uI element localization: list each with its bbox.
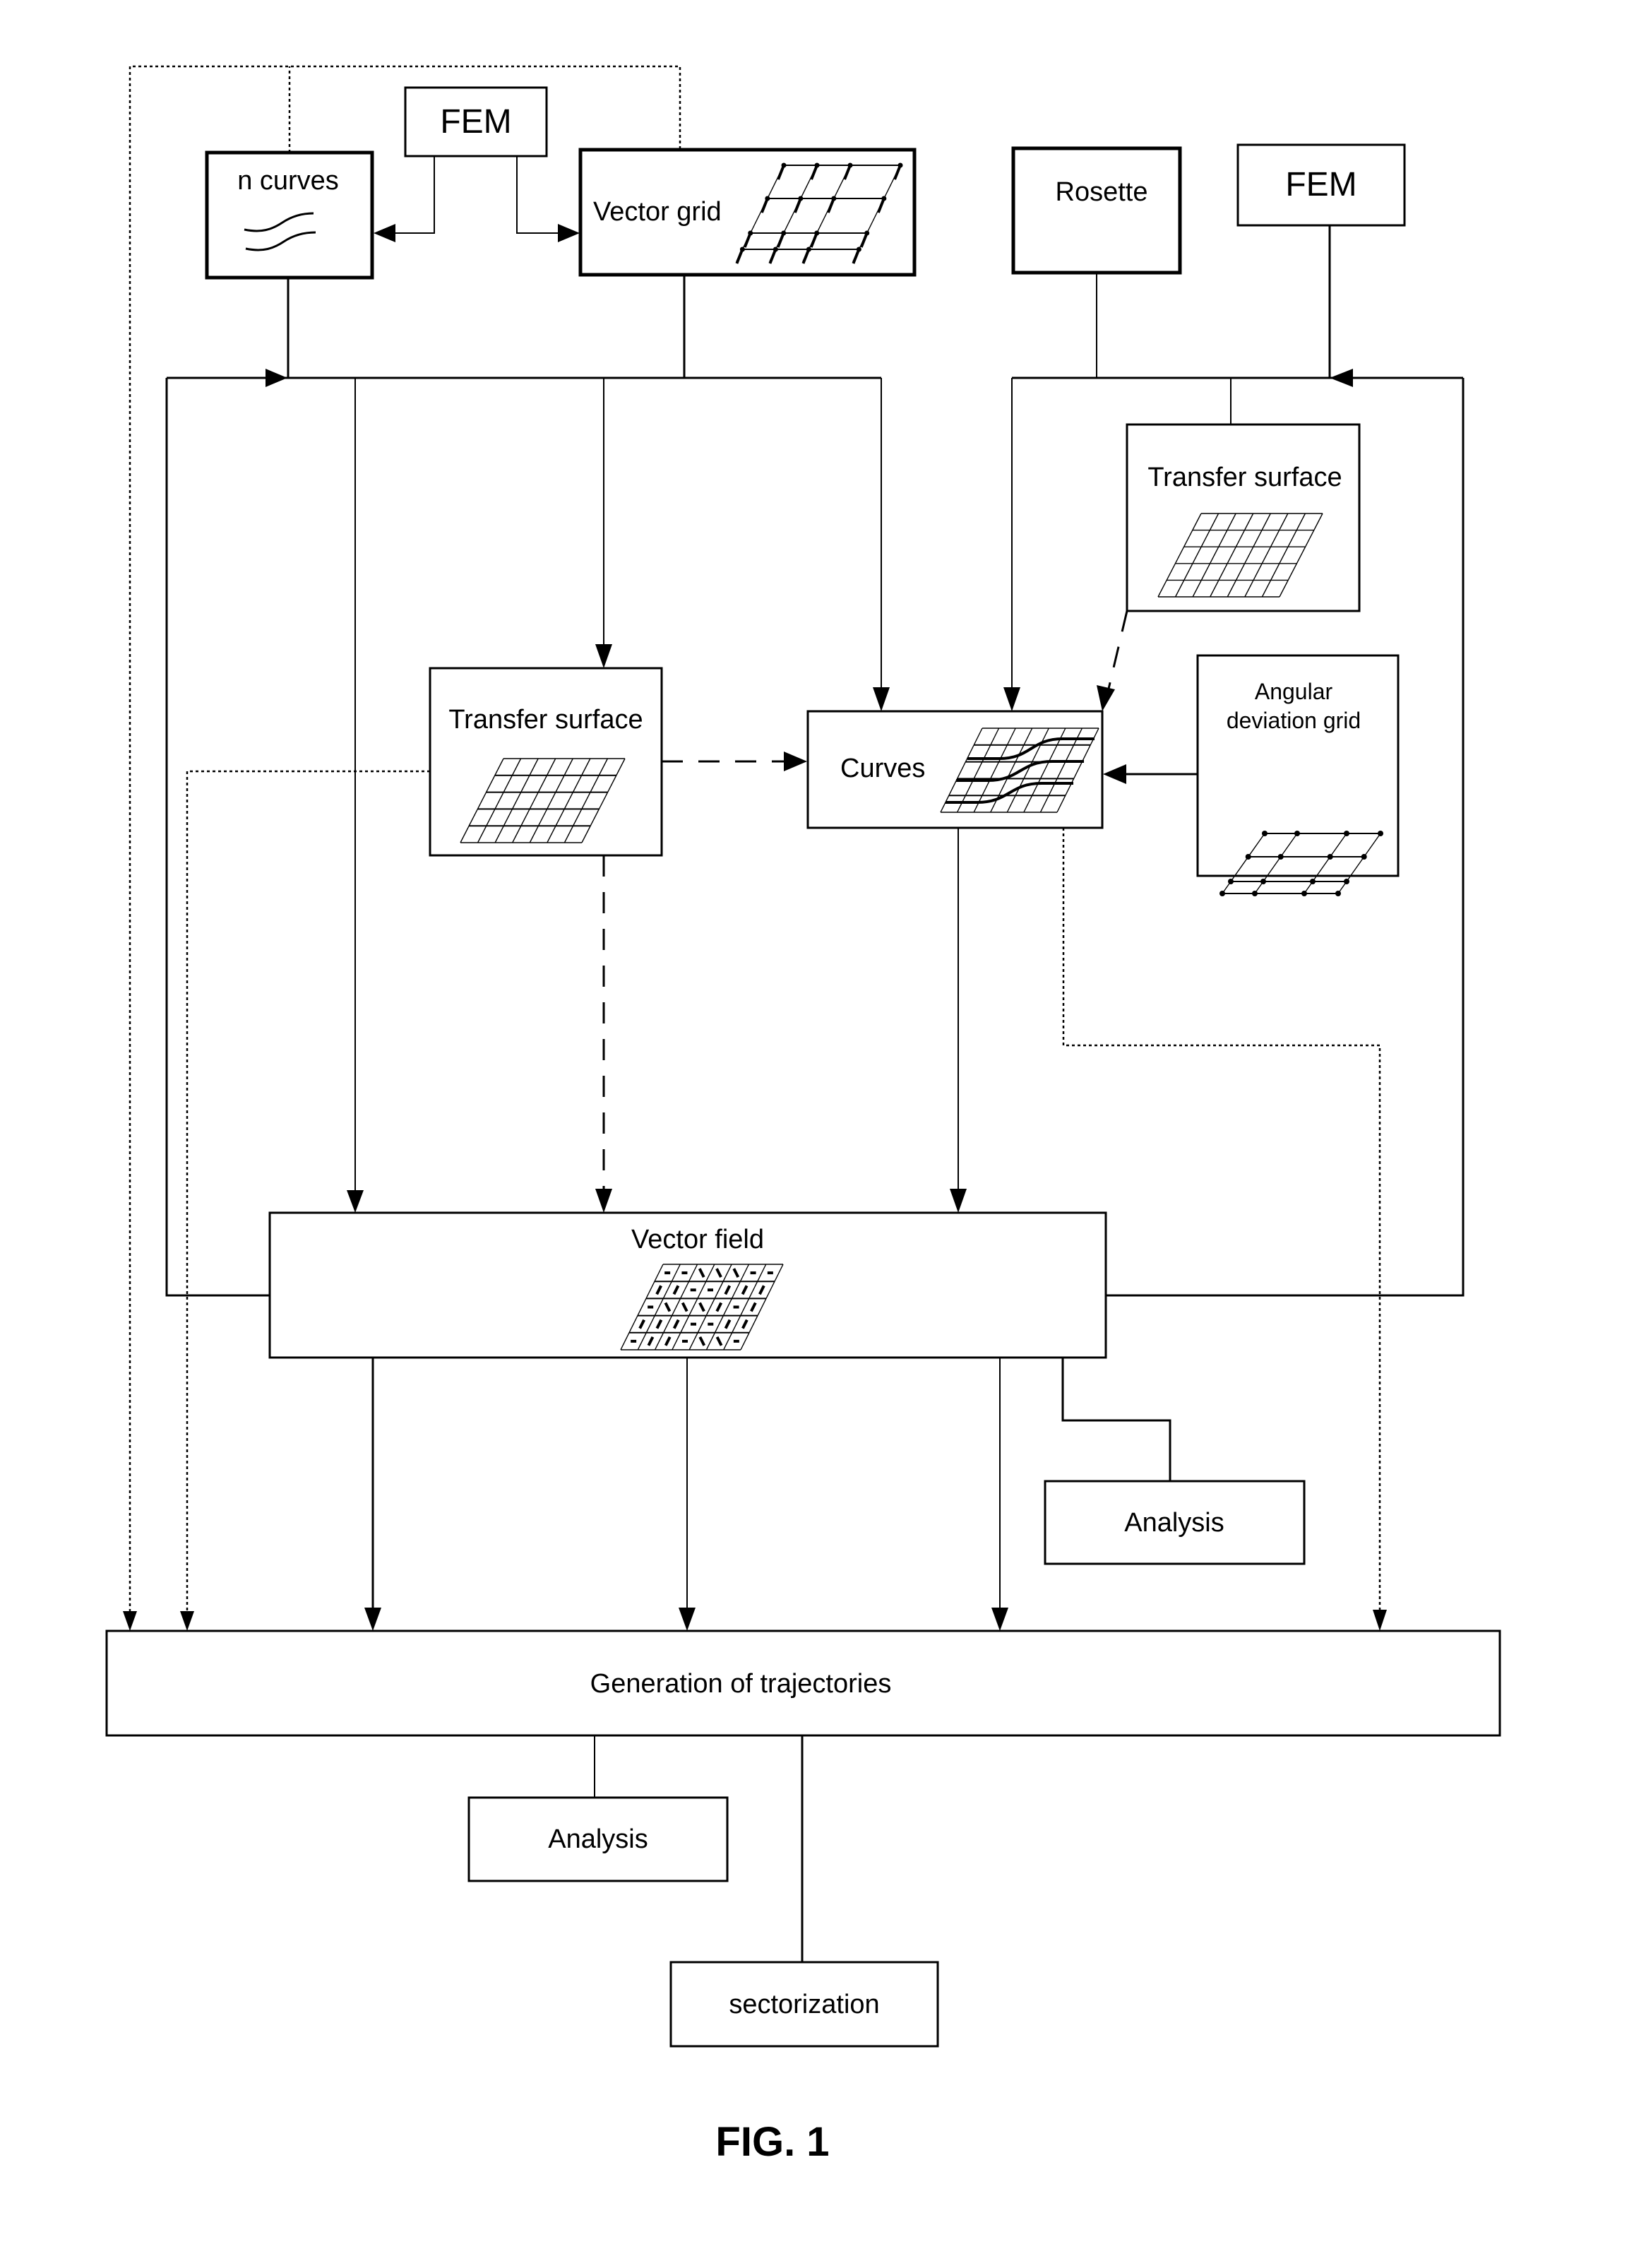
arrowhead bbox=[266, 369, 287, 387]
node-vector-grid[interactable]: Vector grid bbox=[578, 148, 917, 277]
node-sectorization[interactable]: sectorization bbox=[669, 1961, 939, 2048]
node-label: Analysis bbox=[1124, 1508, 1224, 1538]
arrowhead bbox=[991, 1608, 1008, 1631]
arrowhead bbox=[1330, 369, 1353, 387]
node-transfer-surface-center[interactable]: Transfer surface bbox=[429, 667, 663, 857]
node-label-line2: deviation grid bbox=[1227, 708, 1361, 733]
arrowhead bbox=[950, 1189, 967, 1213]
node-label: Vector field bbox=[631, 1225, 764, 1254]
arrowhead bbox=[364, 1608, 381, 1631]
arrowhead bbox=[784, 752, 807, 771]
arrowhead bbox=[123, 1611, 137, 1631]
node-generation-of-trajectories[interactable]: Generation of trajectories bbox=[105, 1629, 1501, 1737]
arrowhead bbox=[347, 1190, 364, 1213]
node-label: n curves bbox=[237, 166, 339, 196]
node-n-curves[interactable]: n curves bbox=[205, 150, 374, 280]
node-analysis-bottom[interactable]: Analysis bbox=[467, 1796, 729, 1882]
node-label: FEM bbox=[440, 103, 511, 141]
node-label: Generation of trajectories bbox=[590, 1669, 892, 1699]
node-label: Transfer surface bbox=[448, 705, 643, 735]
edge-fem-to-ncurves bbox=[395, 156, 435, 234]
arrowhead bbox=[679, 1608, 696, 1631]
node-fem-top[interactable]: FEM bbox=[404, 86, 548, 158]
arrowhead bbox=[1373, 1610, 1387, 1631]
arrowhead bbox=[595, 644, 612, 668]
node-label: sectorization bbox=[729, 1990, 879, 2019]
node-label: Analysis bbox=[548, 1824, 648, 1854]
node-transfer-surface-right[interactable]: Transfer surface bbox=[1126, 423, 1361, 612]
arrowhead bbox=[180, 1611, 194, 1631]
arrowhead bbox=[558, 224, 580, 242]
figure-title: FIG. 1 bbox=[715, 2119, 829, 2165]
node-analysis-right[interactable]: Analysis bbox=[1044, 1480, 1306, 1565]
arrowhead bbox=[873, 687, 890, 711]
node-angular-deviation-grid[interactable]: Angular deviation grid bbox=[1196, 654, 1400, 896]
node-label: Vector grid bbox=[593, 197, 722, 227]
flow-diagram: FEM n curves Vector grid Rosette FEM Tra… bbox=[105, 65, 1501, 2165]
edge-transfersurface-to-generation bbox=[186, 770, 430, 1610]
edge-vectorfield-to-analysis bbox=[1061, 1358, 1171, 1481]
node-label: FEM bbox=[1285, 166, 1356, 203]
node-label: Transfer surface bbox=[1147, 463, 1342, 492]
node-label-line1: Angular bbox=[1255, 679, 1333, 704]
edge-transfersurface-right-to-curves bbox=[1107, 610, 1128, 689]
arrowhead bbox=[374, 224, 395, 242]
node-curves[interactable]: Curves bbox=[806, 710, 1104, 829]
arrowhead bbox=[1097, 685, 1115, 711]
node-label: Curves bbox=[840, 754, 925, 783]
arrowhead bbox=[595, 1189, 612, 1213]
node-fem-right[interactable]: FEM bbox=[1236, 143, 1406, 227]
arrowhead bbox=[1103, 764, 1126, 784]
node-label: Rosette bbox=[1056, 177, 1148, 207]
node-rosette[interactable]: Rosette bbox=[1011, 146, 1182, 275]
node-vector-field[interactable]: Vector field bbox=[268, 1211, 1107, 1359]
arrowhead bbox=[1003, 687, 1020, 711]
edge-vectorfield-feedback-left bbox=[165, 378, 270, 1297]
edge-fem-to-vectorgrid bbox=[516, 156, 559, 234]
